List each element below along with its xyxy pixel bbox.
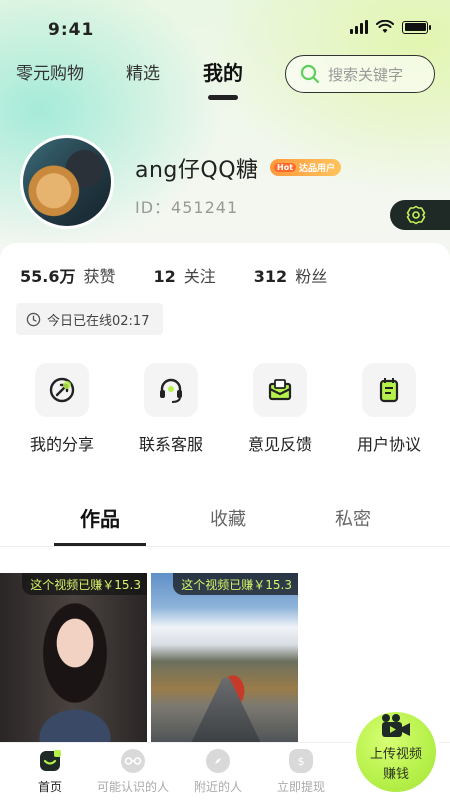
stat-following-value: 12 [153, 267, 176, 286]
username: ang仔QQ糖 [135, 158, 259, 183]
stats-row: 55.6万 获赞 12 关注 312 粉丝 [20, 263, 365, 287]
stat-likes[interactable]: 55.6万 获赞 [20, 263, 116, 287]
profile-card: 55.6万 获赞 12 关注 312 粉丝 今日已在线02:17 我的分享 联系… [0, 243, 450, 473]
badge-hot: Hot [274, 163, 297, 172]
upload-video-button[interactable]: 上传视频 赚钱 [356, 712, 436, 792]
user-id: ID：451241 [135, 198, 239, 217]
status-bar: 9:41 [0, 0, 450, 52]
stat-likes-value: 55.6万 [20, 267, 76, 286]
tab-works-label: 作品 [80, 507, 120, 531]
money-bag-icon: $ [298, 755, 305, 768]
action-user-agreement[interactable]: 用户协议 [339, 363, 439, 455]
tab-favorites[interactable]: 收藏 [210, 505, 246, 531]
stat-following[interactable]: 12 关注 [154, 263, 216, 287]
online-time-text: 今日已在线02:17 [47, 313, 150, 329]
tab-private[interactable]: 私密 [335, 505, 371, 531]
stat-followers-label: 粉丝 [295, 267, 328, 286]
settings-button[interactable] [390, 200, 450, 230]
svg-text:$: $ [298, 755, 305, 768]
nav-people-label: 可能认识的人 [96, 780, 169, 794]
nav-withdraw-label: 立即提现 [276, 780, 325, 794]
tab-works[interactable]: 作品 [54, 503, 146, 546]
stat-likes-label: 获赞 [83, 267, 116, 286]
road-graphic [191, 678, 261, 743]
action-my-share[interactable]: 我的分享 [12, 363, 112, 455]
cellular-signal-icon [350, 20, 368, 34]
video-thumbnail[interactable]: 这个视频已赚￥15.3 [151, 573, 298, 743]
video-earnings-badge: 这个视频已赚￥15.3 [173, 573, 298, 595]
status-time: 9:41 [48, 20, 95, 40]
mail-icon [268, 379, 292, 401]
stat-followers[interactable]: 312 粉丝 [254, 263, 327, 287]
battery-icon [402, 20, 431, 34]
tab-mine[interactable]: 我的 [203, 57, 243, 100]
action-user-agreement-label: 用户协议 [356, 435, 421, 454]
stat-followers-value: 312 [253, 267, 288, 286]
status-icons [350, 20, 431, 34]
tab-zero-shopping[interactable]: 零元购物 [16, 59, 84, 84]
nav-nearby-label: 附近的人 [193, 780, 242, 794]
action-feedback[interactable]: 意见反馈 [230, 363, 330, 455]
badge-text: 达品用户 [299, 164, 336, 174]
nav-nearby[interactable]: 附近的人 [173, 749, 263, 795]
quick-actions: 我的分享 联系客服 意见反馈 用户协议 [0, 363, 450, 463]
video-thumbnail[interactable]: 这个视频已赚￥15.3 [0, 573, 147, 743]
upload-label-line1: 上传视频 [369, 747, 422, 762]
action-feedback-label: 意见反馈 [247, 435, 312, 454]
video-earnings-badge: 这个视频已赚￥15.3 [22, 573, 147, 595]
online-time-badge: 今日已在线02:17 [16, 303, 164, 335]
tab-featured[interactable]: 精选 [126, 59, 160, 84]
nav-home-label: 首页 [37, 780, 62, 794]
home-icon [40, 750, 61, 771]
search-input[interactable]: 搜索关键字 [285, 55, 435, 93]
content-tab-indicator [54, 543, 146, 546]
content-tabs: 作品 收藏 私密 [0, 487, 450, 547]
active-tab-indicator [208, 95, 238, 100]
nav-withdraw[interactable]: $ 立即提现 [256, 749, 346, 795]
search-placeholder: 搜索关键字 [328, 65, 404, 84]
glasses-icon [124, 757, 142, 765]
action-customer-service[interactable]: 联系客服 [121, 363, 221, 455]
gear-icon [406, 205, 426, 225]
nav-people-you-may-know[interactable]: 可能认识的人 [88, 749, 178, 795]
compass-icon [215, 758, 221, 764]
action-my-share-label: 我的分享 [29, 435, 94, 454]
nav-home[interactable]: 首页 [5, 749, 95, 795]
tab-mine-label: 我的 [203, 61, 243, 85]
document-icon [379, 378, 399, 403]
video-camera-icon [382, 714, 410, 737]
search-icon [300, 64, 320, 84]
clock-icon [26, 312, 41, 326]
avatar[interactable] [20, 135, 114, 229]
user-level-badge: Hot 达品用户 [270, 159, 342, 176]
wifi-icon [376, 20, 394, 33]
upload-label-line2: 赚钱 [382, 767, 409, 782]
headset-icon [160, 378, 182, 403]
stat-following-label: 关注 [183, 267, 216, 286]
action-customer-service-label: 联系客服 [138, 435, 203, 454]
share-icon [49, 377, 75, 403]
